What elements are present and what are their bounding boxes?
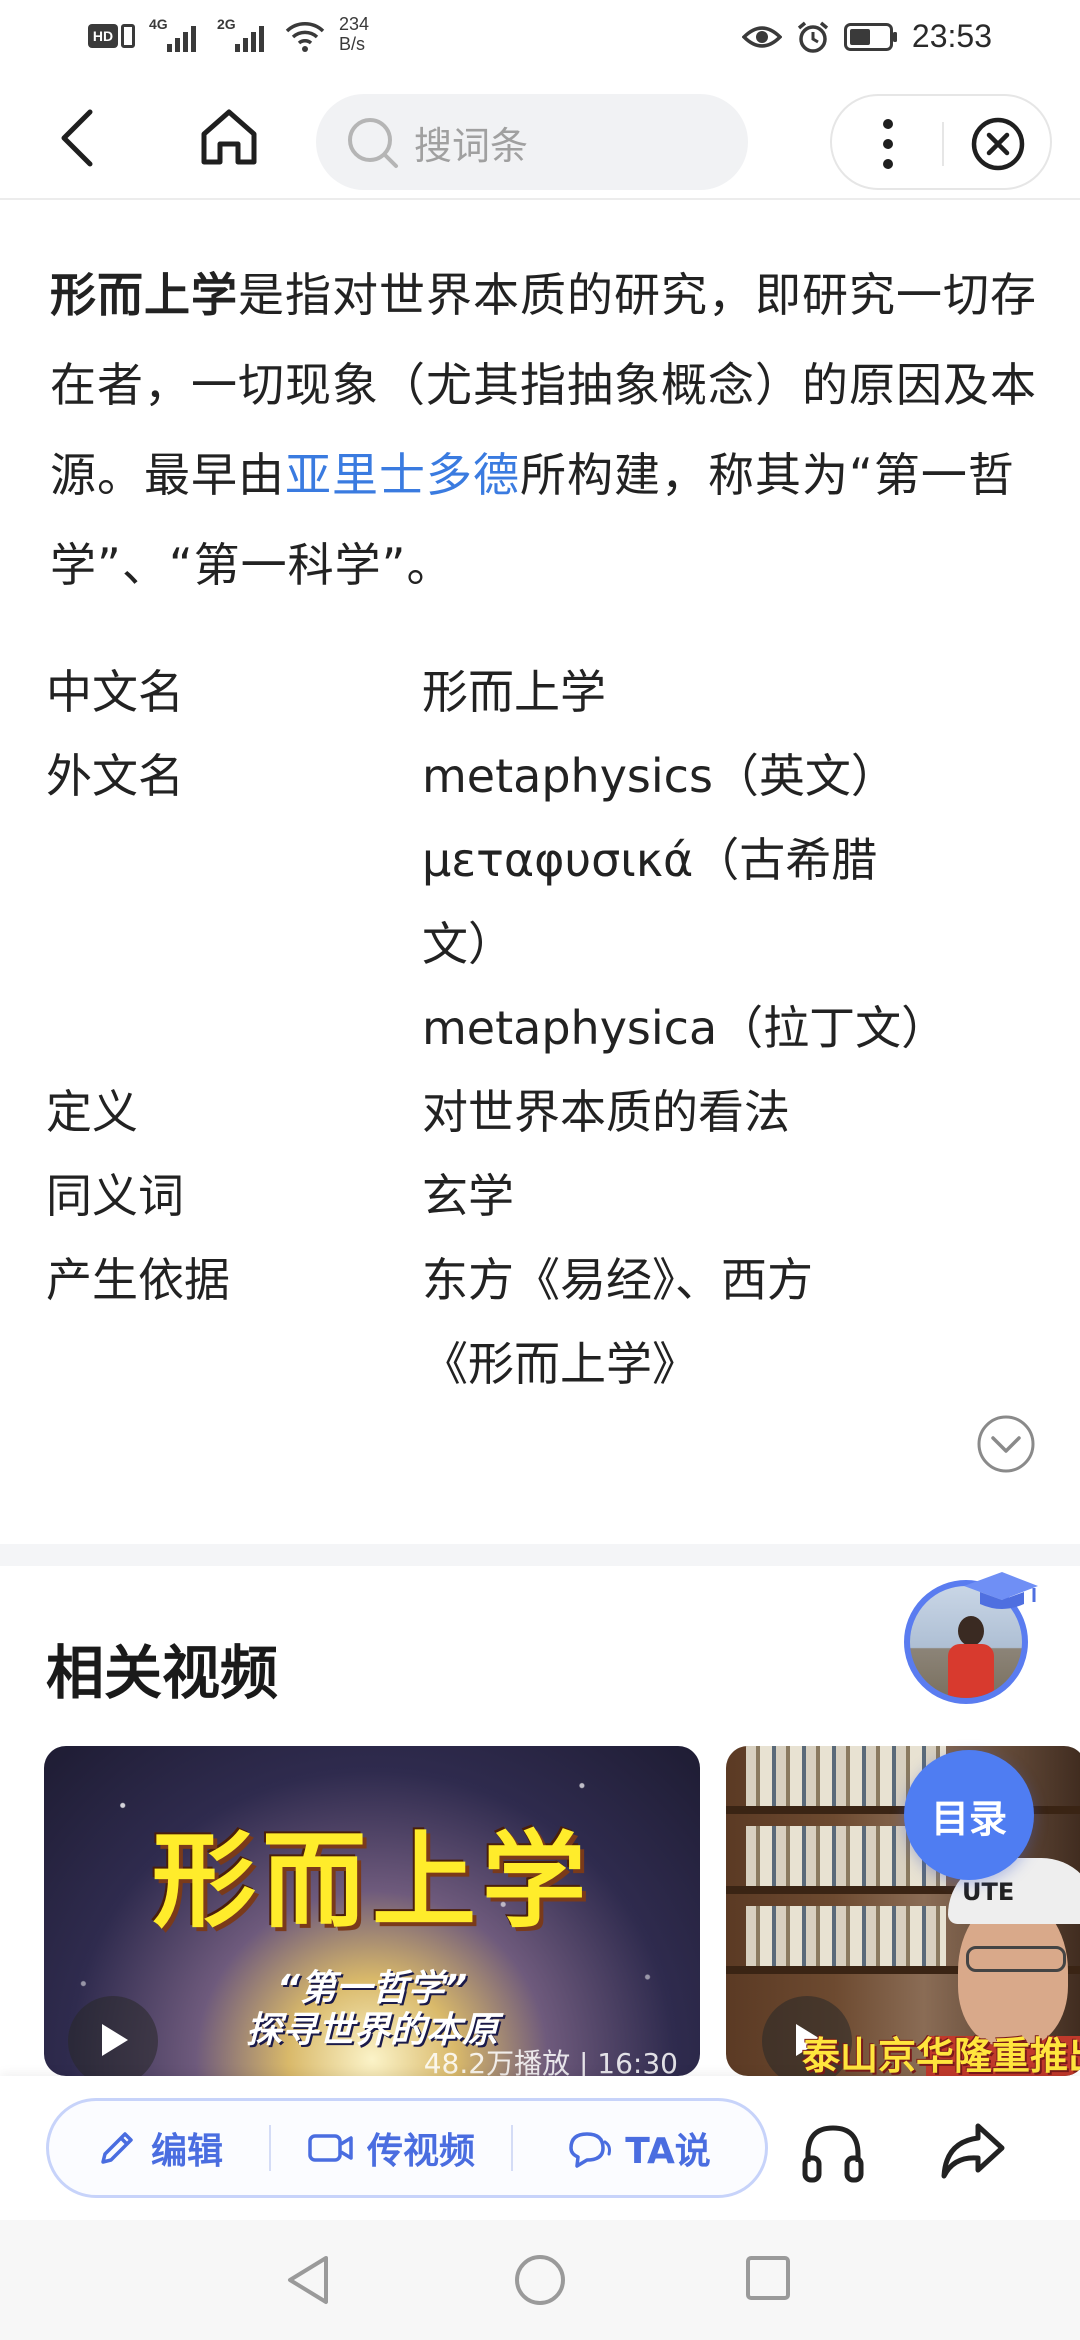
info-value: 对世界本质的看法 (422, 1085, 790, 1139)
pencil-icon (101, 2132, 133, 2164)
signal-gen-label: 2G (217, 16, 236, 32)
video-meta: 48.2万播放 | 16:30 (423, 2047, 678, 2076)
hd-label: HD (88, 24, 118, 48)
section-divider (0, 1544, 1080, 1566)
info-values: 形而上学 (422, 650, 1036, 734)
info-label: 产生依据 (46, 1253, 230, 1307)
expand-chevron-icon[interactable] (976, 1414, 1036, 1474)
mini-program-capsule (830, 94, 1052, 190)
article-summary: 形而上学是指对世界本质的研究，即研究一切存在者，一切现象（尤其指抽象概念）的原因… (50, 250, 1040, 610)
hd-icon: HD (88, 24, 135, 48)
signal-icon-4g: 4G (149, 16, 203, 52)
summary-term: 形而上学 (50, 268, 238, 322)
video-camera-icon (308, 2134, 353, 2162)
status-right: 23:53 (741, 18, 992, 55)
network-speed: 234 B/s (339, 14, 369, 54)
ta-say-label: TA说 (625, 2131, 711, 2172)
edit-label: 编辑 (150, 2131, 223, 2172)
play-button[interactable] (68, 1996, 158, 2076)
action-pill: 编辑 传视频 TA说 (46, 2098, 768, 2198)
table-of-contents-button[interactable]: 目录 (904, 1750, 1034, 1880)
nav-bar: 搜词条 (0, 80, 1080, 200)
info-value: 形而上学 (422, 665, 606, 719)
related-videos-title: 相关视频 (46, 1639, 279, 1707)
alarm-icon (797, 21, 829, 53)
back-arrow-icon[interactable] (48, 106, 112, 170)
search-placeholder: 搜词条 (414, 123, 529, 168)
ta-say-button[interactable]: TA说 (513, 2122, 763, 2174)
info-value: 东方《易经》、西方《形而上学》 (422, 1253, 813, 1391)
video-thumbnail-title: 形而上学 (151, 1819, 592, 1942)
info-row-synonym: 同义词 玄学 (46, 1154, 1036, 1238)
signal-gen-label: 4G (149, 16, 168, 32)
info-label: 外文名 (46, 749, 184, 803)
info-label: 定义 (46, 1085, 138, 1139)
info-values: 对世界本质的看法 (422, 1070, 1036, 1154)
headphone-icon[interactable] (800, 2122, 866, 2184)
status-time: 23:53 (911, 18, 992, 54)
info-value: metaphysics（英文） (422, 749, 897, 803)
info-row-origin: 产生依据 东方《易经》、西方《形而上学》 (46, 1238, 1036, 1406)
video-caption: 泰山京华隆重推出 (802, 2034, 1080, 2076)
info-label: 中文名 (46, 665, 184, 719)
bottom-action-bar: 编辑 传视频 TA说 (0, 2076, 1080, 2220)
cap-text: UTE (962, 1878, 1015, 1906)
system-recent-apps-icon[interactable] (744, 2254, 792, 2302)
info-label: 同义词 (46, 1169, 184, 1223)
net-speed-value: 234 (339, 14, 370, 34)
chat-bubble-icon (569, 2132, 612, 2168)
more-vertical-icon[interactable] (878, 116, 898, 172)
search-icon (348, 118, 398, 168)
system-home-icon[interactable] (512, 2252, 568, 2308)
status-left: HD 4G 2G 234 B/s (88, 14, 369, 54)
info-row-chinese-name: 中文名 形而上学 (46, 650, 1036, 734)
graduation-cap-icon (964, 1572, 1038, 1609)
close-icon[interactable] (970, 116, 1026, 172)
status-bar: HD 4G 2G 234 B/s 23:53 (0, 0, 1080, 80)
info-row-definition: 定义 对世界本质的看法 (46, 1070, 1036, 1154)
info-value: μεταφυσικά（古希腊文） (422, 833, 878, 971)
net-speed-unit: B/s (339, 34, 366, 54)
info-values: 玄学 (422, 1154, 1036, 1238)
home-icon[interactable] (196, 104, 262, 170)
eye-icon (741, 25, 782, 48)
assistant-avatar-button[interactable] (904, 1568, 1044, 1708)
battery-icon (843, 22, 897, 51)
system-navigation-bar (0, 2220, 1080, 2340)
sim-icon (121, 24, 135, 48)
upload-video-label: 传视频 (366, 2131, 475, 2172)
search-input[interactable]: 搜词条 (316, 94, 748, 190)
info-values: 东方《易经》、西方《形而上学》 (422, 1238, 1036, 1406)
system-back-icon[interactable] (282, 2252, 334, 2308)
upload-video-button[interactable]: 传视频 (271, 2122, 511, 2174)
info-row-foreign-name: 外文名 metaphysics（英文） μεταφυσικά（古希腊文） met… (46, 734, 1036, 1070)
info-values: metaphysics（英文） μεταφυσικά（古希腊文） metaphy… (422, 734, 1036, 1070)
edit-button[interactable]: 编辑 (49, 2122, 269, 2174)
aristotle-link[interactable]: 亚里士多德 (285, 448, 520, 502)
signal-icon-2g: 2G (217, 16, 271, 52)
capsule-divider (942, 122, 944, 166)
share-icon[interactable] (938, 2120, 1008, 2182)
video-subtitle-line: “第一哲学” (276, 1968, 468, 2009)
info-value[interactable]: 玄学 (422, 1154, 942, 1238)
play-icon (102, 2024, 128, 2056)
video-card[interactable]: 形而上学 “第一哲学” 探寻世界的本原 48.2万播放 | 16:30 (44, 1746, 700, 2076)
info-value: metaphysica（拉丁文） (422, 1001, 948, 1055)
basic-info-table: 中文名 形而上学 外文名 metaphysics（英文） μεταφυσικά（… (46, 650, 1036, 1406)
wifi-icon (285, 22, 325, 52)
